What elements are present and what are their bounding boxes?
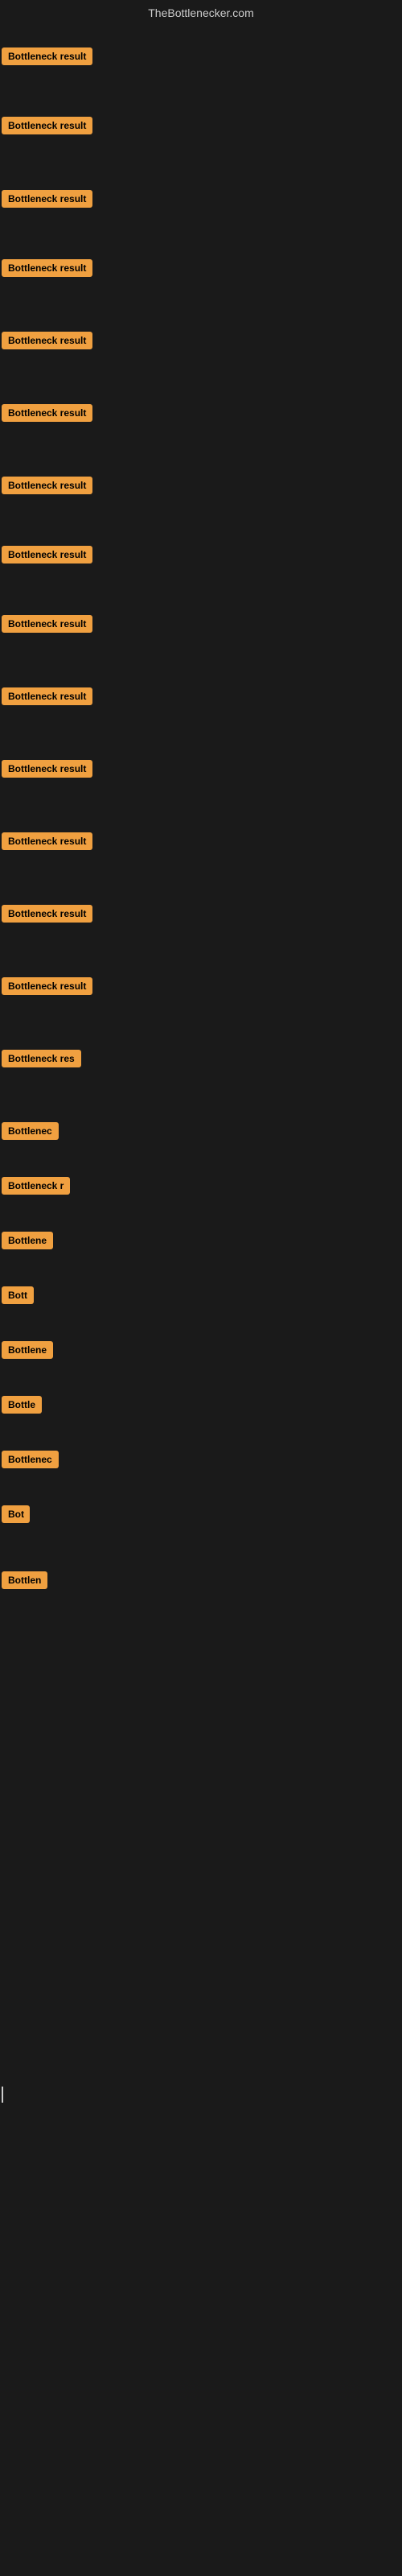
bottleneck-badge-13[interactable]: Bottleneck result [2, 905, 92, 923]
result-row-4[interactable]: Bottleneck result [2, 259, 92, 281]
result-row-12[interactable]: Bottleneck result [2, 832, 92, 854]
bottleneck-badge-9[interactable]: Bottleneck result [2, 615, 92, 633]
result-row-15[interactable]: Bottleneck res [2, 1050, 81, 1071]
result-row-6[interactable]: Bottleneck result [2, 404, 92, 426]
result-row-22[interactable]: Bottlenec [2, 1451, 59, 1472]
result-row-5[interactable]: Bottleneck result [2, 332, 92, 353]
result-row-13[interactable]: Bottleneck result [2, 905, 92, 927]
bottleneck-badge-17[interactable]: Bottleneck r [2, 1177, 70, 1195]
result-row-16[interactable]: Bottlenec [2, 1122, 59, 1144]
result-row-11[interactable]: Bottleneck result [2, 760, 92, 782]
bottleneck-badge-10[interactable]: Bottleneck result [2, 687, 92, 705]
bottleneck-badge-24[interactable]: Bottlen [2, 1571, 47, 1589]
result-row-20[interactable]: Bottlene [2, 1341, 53, 1363]
bottleneck-badge-12[interactable]: Bottleneck result [2, 832, 92, 850]
bottleneck-badge-23[interactable]: Bot [2, 1505, 30, 1523]
result-row-1[interactable]: Bottleneck result [2, 47, 92, 69]
result-row-2[interactable]: Bottleneck result [2, 117, 92, 138]
result-row-14[interactable]: Bottleneck result [2, 977, 92, 999]
result-row-17[interactable]: Bottleneck r [2, 1177, 70, 1199]
bottleneck-badge-4[interactable]: Bottleneck result [2, 259, 92, 277]
result-row-19[interactable]: Bott [2, 1286, 34, 1308]
result-row-3[interactable]: Bottleneck result [2, 190, 92, 212]
bottleneck-badge-2[interactable]: Bottleneck result [2, 117, 92, 134]
bottleneck-badge-5[interactable]: Bottleneck result [2, 332, 92, 349]
bottleneck-badge-8[interactable]: Bottleneck result [2, 546, 92, 564]
site-title: TheBottlenecker.com [0, 0, 402, 26]
bottleneck-badge-3[interactable]: Bottleneck result [2, 190, 92, 208]
result-row-9[interactable]: Bottleneck result [2, 615, 92, 637]
bottleneck-badge-15[interactable]: Bottleneck res [2, 1050, 81, 1067]
result-row-21[interactable]: Bottle [2, 1396, 42, 1418]
text-cursor [2, 2087, 3, 2103]
bottleneck-badge-16[interactable]: Bottlenec [2, 1122, 59, 1140]
result-row-8[interactable]: Bottleneck result [2, 546, 92, 568]
bottleneck-badge-11[interactable]: Bottleneck result [2, 760, 92, 778]
bottleneck-badge-7[interactable]: Bottleneck result [2, 477, 92, 494]
bottleneck-badge-22[interactable]: Bottlenec [2, 1451, 59, 1468]
result-row-10[interactable]: Bottleneck result [2, 687, 92, 709]
result-row-18[interactable]: Bottlene [2, 1232, 53, 1253]
bottleneck-badge-19[interactable]: Bott [2, 1286, 34, 1304]
bottleneck-badge-14[interactable]: Bottleneck result [2, 977, 92, 995]
result-row-7[interactable]: Bottleneck result [2, 477, 92, 498]
bottleneck-badge-18[interactable]: Bottlene [2, 1232, 53, 1249]
result-row-23[interactable]: Bot [2, 1505, 30, 1527]
bottleneck-badge-6[interactable]: Bottleneck result [2, 404, 92, 422]
bottleneck-badge-20[interactable]: Bottlene [2, 1341, 53, 1359]
result-row-24[interactable]: Bottlen [2, 1571, 47, 1593]
bottleneck-badge-21[interactable]: Bottle [2, 1396, 42, 1414]
bottleneck-badge-1[interactable]: Bottleneck result [2, 47, 92, 65]
